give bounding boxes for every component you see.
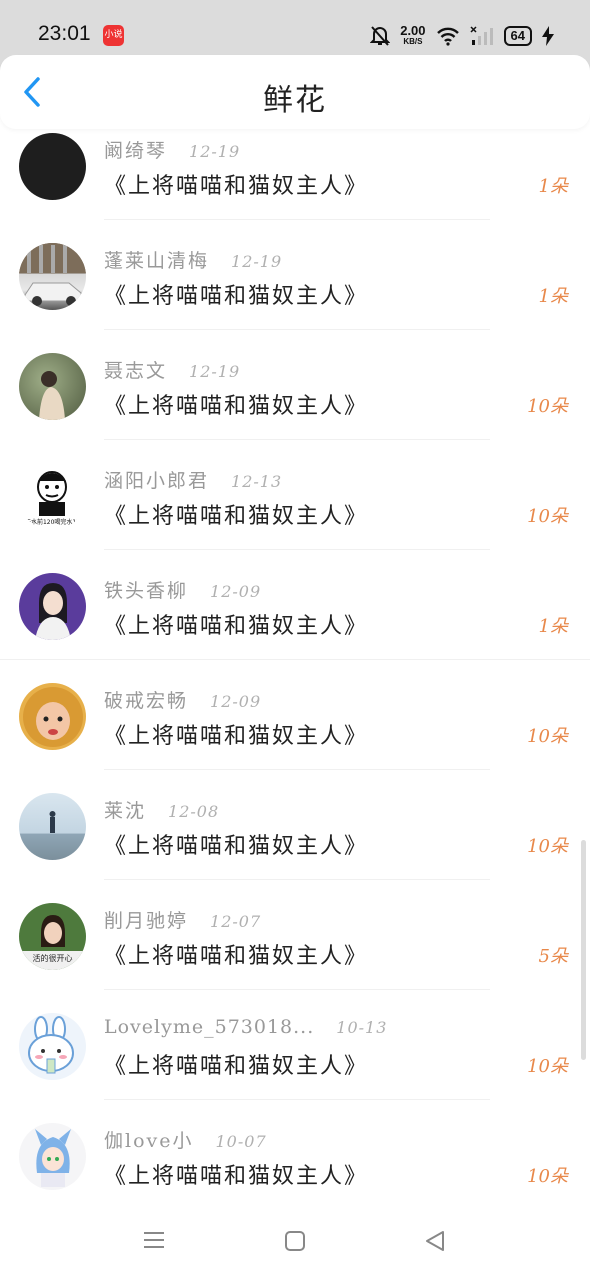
wifi-icon (436, 27, 459, 46)
avatar (19, 1013, 86, 1080)
avatar (19, 683, 86, 750)
flower-amount: 5朵 (538, 946, 568, 967)
home-square-icon[interactable] (284, 1230, 306, 1252)
flower-amount: 1朵 (538, 176, 568, 197)
user-name: Lovelyme_573018... (104, 1016, 315, 1038)
flower-amount: 10朵 (527, 396, 568, 417)
flower-amount: 10朵 (527, 1166, 568, 1187)
user-name: 涵阳小郎君 (104, 470, 210, 492)
list-item[interactable]: 破戒宏畅 12-09 《上将喵喵和猫奴主人》 10朵 (0, 660, 590, 770)
entry-date: 12-19 (189, 362, 241, 381)
entry-date: 12-13 (231, 472, 283, 491)
battery-indicator: 64 (503, 26, 532, 46)
user-name: 莱沈 (104, 800, 147, 822)
user-name: 削月驰婷 (104, 910, 189, 932)
charging-icon (542, 26, 554, 46)
entry-date: 12-09 (210, 582, 262, 601)
list-item[interactable]: 阚绮琴 12-19 《上将喵喵和猫奴主人》 1朵 (0, 110, 590, 220)
user-name: 聂志文 (104, 360, 168, 382)
book-title: 《上将喵喵和猫奴主人》 (104, 944, 369, 969)
book-title: 《上将喵喵和猫奴主人》 (104, 724, 369, 749)
list-item[interactable]: Lovelyme_573018... 10-13 《上将喵喵和猫奴主人》 10朵 (0, 990, 590, 1100)
entry-date: 10-13 (336, 1018, 388, 1037)
entry-date: 12-07 (210, 912, 262, 931)
list-item[interactable]: 活的很开心 削月驰婷 12-07 《上将喵喵和猫奴主人》 5朵 (0, 880, 590, 990)
flower-amount: 1朵 (538, 616, 568, 637)
book-title: 《上将喵喵和猫奴主人》 (104, 394, 369, 419)
app-notification-icon: 小说 (103, 25, 124, 46)
flower-amount: 10朵 (527, 506, 568, 527)
list-item[interactable]: 蓬莱山清梅 12-19 《上将喵喵和猫奴主人》 1朵 (0, 220, 590, 330)
list-item[interactable]: 天水前120喝完水12 涵阳小郎君 12-13 《上将喵喵和猫奴主人》 10朵 (0, 440, 590, 550)
entry-date: 10-07 (215, 1132, 267, 1151)
scrollbar[interactable] (581, 840, 586, 1060)
user-name: 铁头香柳 (104, 580, 189, 602)
avatar: 活的很开心 (19, 903, 86, 970)
avatar (19, 353, 86, 420)
entry-date: 12-19 (189, 142, 241, 161)
avatar (19, 1123, 86, 1190)
flower-amount: 10朵 (527, 836, 568, 857)
flower-amount: 1朵 (538, 286, 568, 307)
entry-date: 12-09 (210, 692, 262, 711)
book-title: 《上将喵喵和猫奴主人》 (104, 284, 369, 309)
entry-date: 12-08 (168, 802, 220, 821)
avatar: 天水前120喝完水12 (19, 463, 86, 530)
back-triangle-icon[interactable] (424, 1230, 446, 1252)
book-title: 《上将喵喵和猫奴主人》 (104, 614, 369, 639)
avatar (19, 793, 86, 860)
avatar (19, 133, 86, 200)
book-title: 《上将喵喵和猫奴主人》 (104, 504, 369, 529)
user-name: 伽love小 (104, 1130, 194, 1152)
user-name: 破戒宏畅 (104, 690, 189, 712)
book-title: 《上将喵喵和猫奴主人》 (104, 174, 369, 199)
book-title: 《上将喵喵和猫奴主人》 (104, 1164, 369, 1189)
avatar-caption: 活的很开心 (32, 954, 73, 963)
flower-list: 阚绮琴 12-19 《上将喵喵和猫奴主人》 1朵 蓬莱山清梅 12-19 《上将… (0, 110, 590, 1210)
avatar (19, 573, 86, 640)
entry-date: 12-19 (231, 252, 283, 271)
signal-icon (470, 26, 493, 45)
avatar (19, 243, 86, 310)
book-title: 《上将喵喵和猫奴主人》 (104, 1054, 369, 1079)
list-item[interactable]: 伽love小 10-07 《上将喵喵和猫奴主人》 10朵 (0, 1100, 590, 1210)
user-name: 阚绮琴 (104, 140, 168, 162)
book-title: 《上将喵喵和猫奴主人》 (104, 834, 369, 859)
list-item[interactable]: 铁头香柳 12-09 《上将喵喵和猫奴主人》 1朵 (0, 550, 590, 660)
avatar-caption: 天水前120喝完水12 (24, 519, 81, 526)
network-speed: 2.00 KB/S (400, 23, 426, 46)
user-name: 蓬莱山清梅 (104, 250, 210, 272)
menu-icon[interactable] (143, 1230, 165, 1250)
flower-amount: 10朵 (527, 1056, 568, 1077)
list-item[interactable]: 聂志文 12-19 《上将喵喵和猫奴主人》 10朵 (0, 330, 590, 440)
status-time: 23:01 (38, 22, 91, 45)
list-item[interactable]: 莱沈 12-08 《上将喵喵和猫奴主人》 10朵 (0, 770, 590, 880)
mute-bell-icon (370, 26, 391, 46)
system-nav-bar (0, 1210, 590, 1280)
flower-amount: 10朵 (527, 726, 568, 747)
